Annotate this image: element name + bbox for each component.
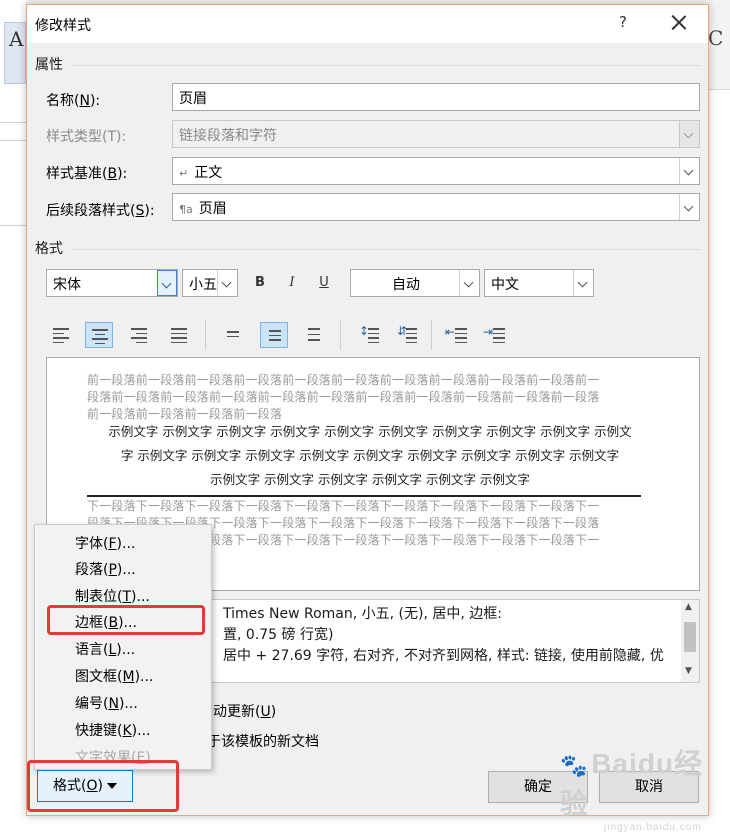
indent-lines-icon [493,328,505,346]
double-spacing-icon [306,328,322,344]
single-spacing-button[interactable] [219,322,247,348]
font-size-value: 小五 [189,277,217,293]
properties-divider [71,65,701,66]
name-label: 名称(N): [46,93,101,109]
preview-border-line [87,495,641,497]
help-button[interactable]: ? [613,13,633,33]
chevron-down-icon[interactable] [157,270,177,296]
preview-previous-paragraph: 前一段落前一段落前一段落前一段落前一段落前一段落前一段落前一段落前一段落前一段落… [87,373,600,421]
toolbar-separator [340,320,341,350]
document-line [0,122,26,123]
dialog-title: 修改样式 [35,18,91,34]
formatting-section-label: 格式 [35,241,63,257]
menu-item-numbering[interactable]: 编号(N)... [75,693,138,713]
chevron-down-icon[interactable] [679,194,699,220]
format-dropdown-menu: 字体(F)... 段落(P)... 制表位(T)... 边框(B)... 语言(… [34,524,212,770]
font-size-select[interactable]: 小五 [182,269,238,297]
justify-button[interactable] [165,322,193,348]
one-half-spacing-icon [267,330,283,344]
decrease-indent-icon: ⇤ [445,325,456,339]
based-on-value: 正文 [194,165,223,181]
menu-item-language[interactable]: 语言(L)... [75,639,135,659]
underline-button[interactable]: U [311,270,337,296]
name-input-value: 页眉 [179,91,207,107]
menu-item-tabs[interactable]: 制表位(T)... [75,586,150,606]
formatting-divider [71,249,701,250]
one-half-spacing-button[interactable] [260,322,288,348]
menu-item-paragraph[interactable]: 段落(P)... [75,559,136,579]
align-center-button[interactable] [85,322,113,348]
spacing-lines-icon [368,328,379,346]
font-name-value: 宋体 [53,277,81,293]
increase-indent-icon: ⇥ [483,325,494,339]
toolbar-separator [431,320,432,350]
chevron-down-icon[interactable] [573,270,593,296]
align-left-icon [53,328,69,346]
scrollbar-thumb[interactable] [684,622,696,652]
increase-spacing-button[interactable]: ↕ [355,322,383,348]
following-style-select[interactable]: ¶a 页眉 [172,193,700,221]
style-gallery-letter: A [9,27,24,51]
justify-icon [171,328,187,346]
chevron-down-icon[interactable] [679,158,699,184]
document-left-edge [0,0,26,824]
following-style-value: 页眉 [198,201,227,217]
style-gallery-item-right[interactable]: C [708,26,730,56]
chevron-down-icon[interactable] [459,270,479,296]
dialog-titlebar[interactable]: 修改样式 ? [27,5,708,43]
toolbar-separator [205,320,206,350]
align-left-button[interactable] [47,322,75,348]
font-color-value: 自动 [392,277,420,293]
border-item-highlight [47,605,205,635]
style-gallery-letter: C [708,26,724,50]
align-right-icon [131,328,147,346]
following-style-label: 后续段落样式(S): [46,203,155,219]
menu-item-shortcut-key[interactable]: 快捷键(K)... [75,720,150,740]
align-right-button[interactable] [125,322,153,348]
double-spacing-button[interactable] [300,322,328,348]
spacing-lines-icon [406,328,417,346]
font-name-select[interactable]: 宋体 [46,269,178,297]
name-input[interactable]: 页眉 [172,83,700,111]
indent-lines-icon [455,328,467,346]
style-type-value: 链接段落和字符 [179,128,277,144]
script-select[interactable]: 中文 [484,269,594,297]
scroll-down-icon[interactable]: ▼ [685,666,692,676]
align-center-icon [92,329,108,347]
preview-sample-text: 示例文字 示例文字 示例文字 示例文字 示例文字 示例文字 示例文字 示例文字 … [108,424,632,487]
italic-button[interactable]: I [279,270,305,296]
style-gallery-item[interactable]: A [4,22,26,84]
auto-update-checkbox-label[interactable]: 动更新(U) [213,701,276,721]
scroll-up-icon[interactable]: ▲ [685,602,692,612]
close-icon[interactable] [667,11,691,35]
properties-section-label: 属性 [35,57,63,73]
baidu-paw-icon: 🐾 [560,753,588,778]
new-documents-option-label[interactable]: 于该模板的新文档 [207,731,319,751]
decrease-spacing-button[interactable]: ⇵ [393,322,421,348]
based-on-select[interactable]: ↵ 正文 [172,157,700,185]
document-line [0,140,26,141]
format-button-highlight [27,760,179,812]
paragraph-return-icon: ↵ [179,167,189,180]
based-on-label: 样式基准(B): [46,166,128,182]
document-line [0,225,26,226]
description-scrollbar[interactable]: ▲ ▼ [681,600,699,682]
style-type-select: 链接段落和字符 [172,120,700,148]
chevron-down-icon[interactable] [217,270,237,296]
bold-button[interactable]: B [247,270,273,296]
linked-style-icon: ¶a [179,203,193,216]
menu-item-font[interactable]: 字体(F)... [75,533,135,553]
font-color-select[interactable]: 自动 [350,269,480,297]
increase-indent-button[interactable]: ⇥ [481,322,509,348]
menu-item-frame[interactable]: 图文框(M)... [75,666,153,686]
chevron-down-icon [679,121,699,147]
decrease-indent-button[interactable]: ⇤ [443,322,471,348]
single-spacing-icon [225,331,241,340]
baidu-watermark: 🐾 Baidu经验 jingyan.baidu.com [560,742,730,833]
script-value: 中文 [491,277,519,293]
style-type-label: 样式类型(T): [46,129,127,145]
